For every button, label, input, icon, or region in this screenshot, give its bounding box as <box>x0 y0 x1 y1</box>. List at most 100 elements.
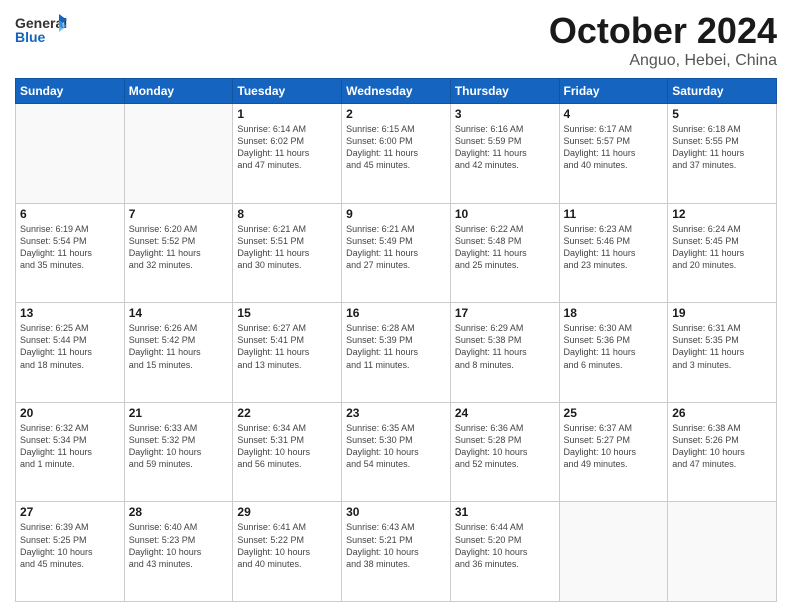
calendar-header-row: Sunday Monday Tuesday Wednesday Thursday… <box>16 79 777 104</box>
header-friday: Friday <box>559 79 668 104</box>
day-info: Sunrise: 6:37 AM Sunset: 5:27 PM Dayligh… <box>564 422 664 471</box>
calendar-cell: 22 Sunrise: 6:34 AM Sunset: 5:31 PM Dayli… <box>233 402 342 502</box>
calendar-cell: 21 Sunrise: 6:33 AM Sunset: 5:32 PM Dayli… <box>124 402 233 502</box>
calendar-cell: 3Sunrise: 6:16 AM Sunset: 5:59 PM Daylig… <box>450 104 559 204</box>
day-number: 4 <box>564 107 664 121</box>
calendar-cell: 8 Sunrise: 6:21 AM Sunset: 5:51 PM Daylig… <box>233 203 342 303</box>
calendar-table: Sunday Monday Tuesday Wednesday Thursday… <box>15 78 777 602</box>
day-info: Sunrise: 6:41 AM Sunset: 5:22 PM Dayligh… <box>237 521 337 570</box>
day-number: 10 <box>455 207 555 221</box>
day-info: Sunrise: 6:24 AM Sunset: 5:45 PM Dayligh… <box>672 223 772 272</box>
day-info: Sunrise: 6:18 AM Sunset: 5:55 PM Dayligh… <box>672 123 772 172</box>
calendar-cell: 1 Sunrise: 6:14 AM Sunset: 6:02 PM Daylig… <box>233 104 342 204</box>
day-number: 20 <box>20 406 120 420</box>
day-number: 26 <box>672 406 772 420</box>
day-info: Sunrise: 6:30 AM Sunset: 5:36 PM Dayligh… <box>564 322 664 371</box>
calendar-cell: 12 Sunrise: 6:24 AM Sunset: 5:45 PM Dayli… <box>668 203 777 303</box>
calendar-cell: 5 Sunrise: 6:18 AM Sunset: 5:55 PM Daylig… <box>668 104 777 204</box>
calendar-cell: 27 Sunrise: 6:39 AM Sunset: 5:25 PM Dayli… <box>16 502 125 602</box>
day-number: 11 <box>564 207 664 221</box>
day-number: 5 <box>672 107 772 121</box>
day-info: Sunrise: 6:39 AM Sunset: 5:25 PM Dayligh… <box>20 521 120 570</box>
calendar-cell: 25 Sunrise: 6:37 AM Sunset: 5:27 PM Dayli… <box>559 402 668 502</box>
calendar-cell: 6 Sunrise: 6:19 AM Sunset: 5:54 PM Daylig… <box>16 203 125 303</box>
svg-text:Blue: Blue <box>15 29 46 45</box>
day-info: Sunrise: 6:21 AM Sunset: 5:51 PM Dayligh… <box>237 223 337 272</box>
calendar-cell: 17 Sunrise: 6:29 AM Sunset: 5:38 PM Dayli… <box>450 303 559 403</box>
header-wednesday: Wednesday <box>342 79 451 104</box>
calendar-week-row-3: 20Sunrise: 6:32 AM Sunset: 5:34 PM Dayli… <box>16 402 777 502</box>
header-monday: Monday <box>124 79 233 104</box>
calendar-cell: 23Sunrise: 6:35 AM Sunset: 5:30 PM Dayli… <box>342 402 451 502</box>
day-info: Sunrise: 6:25 AM Sunset: 5:44 PM Dayligh… <box>20 322 120 371</box>
calendar-week-row-1: 6 Sunrise: 6:19 AM Sunset: 5:54 PM Daylig… <box>16 203 777 303</box>
calendar-cell: 10 Sunrise: 6:22 AM Sunset: 5:48 PM Dayli… <box>450 203 559 303</box>
logo: General Blue <box>15 10 67 57</box>
day-number: 28 <box>129 505 229 519</box>
day-info: Sunrise: 6:36 AM Sunset: 5:28 PM Dayligh… <box>455 422 555 471</box>
calendar-cell: 2Sunrise: 6:15 AM Sunset: 6:00 PM Daylig… <box>342 104 451 204</box>
day-info: Sunrise: 6:44 AM Sunset: 5:20 PM Dayligh… <box>455 521 555 570</box>
calendar-cell: 19 Sunrise: 6:31 AM Sunset: 5:35 PM Dayli… <box>668 303 777 403</box>
calendar-cell: 14Sunrise: 6:26 AM Sunset: 5:42 PM Dayli… <box>124 303 233 403</box>
page: General Blue October 2024 Anguo, Hebei, … <box>0 0 792 612</box>
day-number: 13 <box>20 306 120 320</box>
calendar-cell: 29 Sunrise: 6:41 AM Sunset: 5:22 PM Dayli… <box>233 502 342 602</box>
day-number: 8 <box>237 207 337 221</box>
calendar-week-row-0: 1 Sunrise: 6:14 AM Sunset: 6:02 PM Daylig… <box>16 104 777 204</box>
title-block: October 2024 Anguo, Hebei, China <box>549 10 777 70</box>
day-number: 31 <box>455 505 555 519</box>
day-number: 9 <box>346 207 446 221</box>
day-info: Sunrise: 6:14 AM Sunset: 6:02 PM Dayligh… <box>237 123 337 172</box>
day-info: Sunrise: 6:23 AM Sunset: 5:46 PM Dayligh… <box>564 223 664 272</box>
header-tuesday: Tuesday <box>233 79 342 104</box>
day-number: 6 <box>20 207 120 221</box>
calendar-cell: 4 Sunrise: 6:17 AM Sunset: 5:57 PM Daylig… <box>559 104 668 204</box>
day-number: 30 <box>346 505 446 519</box>
day-info: Sunrise: 6:31 AM Sunset: 5:35 PM Dayligh… <box>672 322 772 371</box>
header-saturday: Saturday <box>668 79 777 104</box>
day-info: Sunrise: 6:29 AM Sunset: 5:38 PM Dayligh… <box>455 322 555 371</box>
day-number: 25 <box>564 406 664 420</box>
header-sunday: Sunday <box>16 79 125 104</box>
header: General Blue October 2024 Anguo, Hebei, … <box>15 10 777 70</box>
calendar-cell: 24 Sunrise: 6:36 AM Sunset: 5:28 PM Dayli… <box>450 402 559 502</box>
day-number: 21 <box>129 406 229 420</box>
calendar-cell <box>668 502 777 602</box>
day-info: Sunrise: 6:27 AM Sunset: 5:41 PM Dayligh… <box>237 322 337 371</box>
day-number: 3 <box>455 107 555 121</box>
calendar-cell: 20Sunrise: 6:32 AM Sunset: 5:34 PM Dayli… <box>16 402 125 502</box>
day-number: 29 <box>237 505 337 519</box>
day-info: Sunrise: 6:43 AM Sunset: 5:21 PM Dayligh… <box>346 521 446 570</box>
calendar-week-row-2: 13 Sunrise: 6:25 AM Sunset: 5:44 PM Dayli… <box>16 303 777 403</box>
day-info: Sunrise: 6:21 AM Sunset: 5:49 PM Dayligh… <box>346 223 446 272</box>
day-info: Sunrise: 6:19 AM Sunset: 5:54 PM Dayligh… <box>20 223 120 272</box>
day-number: 1 <box>237 107 337 121</box>
day-number: 24 <box>455 406 555 420</box>
day-number: 2 <box>346 107 446 121</box>
calendar-cell: 30 Sunrise: 6:43 AM Sunset: 5:21 PM Dayli… <box>342 502 451 602</box>
month-title: October 2024 <box>549 10 777 52</box>
day-number: 19 <box>672 306 772 320</box>
day-number: 22 <box>237 406 337 420</box>
calendar-cell: 16Sunrise: 6:28 AM Sunset: 5:39 PM Dayli… <box>342 303 451 403</box>
header-thursday: Thursday <box>450 79 559 104</box>
day-number: 23 <box>346 406 446 420</box>
day-info: Sunrise: 6:28 AM Sunset: 5:39 PM Dayligh… <box>346 322 446 371</box>
calendar-cell <box>124 104 233 204</box>
day-info: Sunrise: 6:34 AM Sunset: 5:31 PM Dayligh… <box>237 422 337 471</box>
day-info: Sunrise: 6:20 AM Sunset: 5:52 PM Dayligh… <box>129 223 229 272</box>
day-info: Sunrise: 6:17 AM Sunset: 5:57 PM Dayligh… <box>564 123 664 172</box>
day-info: Sunrise: 6:22 AM Sunset: 5:48 PM Dayligh… <box>455 223 555 272</box>
logo-icon: General Blue <box>15 10 67 52</box>
calendar-cell: 28Sunrise: 6:40 AM Sunset: 5:23 PM Dayli… <box>124 502 233 602</box>
calendar-cell: 11 Sunrise: 6:23 AM Sunset: 5:46 PM Dayli… <box>559 203 668 303</box>
day-number: 12 <box>672 207 772 221</box>
day-number: 17 <box>455 306 555 320</box>
calendar-cell: 13 Sunrise: 6:25 AM Sunset: 5:44 PM Dayli… <box>16 303 125 403</box>
day-info: Sunrise: 6:33 AM Sunset: 5:32 PM Dayligh… <box>129 422 229 471</box>
day-number: 7 <box>129 207 229 221</box>
day-number: 27 <box>20 505 120 519</box>
calendar-week-row-4: 27 Sunrise: 6:39 AM Sunset: 5:25 PM Dayli… <box>16 502 777 602</box>
calendar-cell: 9 Sunrise: 6:21 AM Sunset: 5:49 PM Daylig… <box>342 203 451 303</box>
